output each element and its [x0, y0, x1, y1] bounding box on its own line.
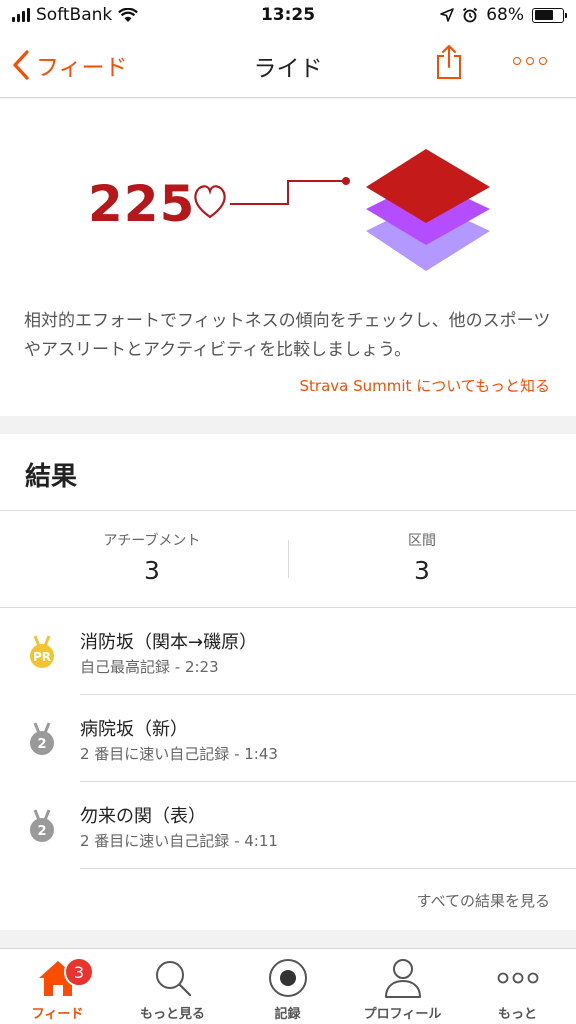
summit-learn-more-link[interactable]: Strava Summit についてもっと知る	[300, 375, 550, 396]
achievements-value: 3	[144, 556, 160, 585]
tab-feed[interactable]: 3 フィード	[0, 955, 115, 1022]
notification-badge: 3	[64, 957, 94, 987]
more-options-icon[interactable]	[513, 57, 547, 65]
segment-detail: 2 番目に速い自己記録 - 4:11	[80, 832, 278, 850]
tab-label: フィード	[31, 1007, 84, 1022]
page-title: ライド	[253, 56, 323, 82]
search-icon	[155, 961, 191, 997]
segments-label: 区間	[408, 533, 436, 549]
segment-name: 病院坂（新）	[80, 719, 188, 740]
segment-name: 勿来の関（表）	[80, 806, 206, 827]
see-all-results-link[interactable]: すべての結果を見る	[417, 890, 550, 911]
results-title: 結果	[25, 462, 78, 492]
results-card: 結果 アチーブメント 3 区間 3 PR 消防坂（関本→磯原） 自己最高記録 -…	[0, 434, 576, 930]
record-icon	[268, 959, 307, 997]
tab-label: もっと見る	[139, 1007, 205, 1022]
tab-profile[interactable]: プロフィール	[345, 955, 460, 1022]
nav-bar: フィード ライド	[0, 32, 576, 98]
svg-text:2: 2	[37, 737, 46, 752]
svg-text:PR: PR	[33, 650, 51, 664]
segment-row[interactable]: 2 病院坂（新） 2 番目に速い自己記録 - 1:43	[0, 695, 576, 781]
pr-medal-icon: PR	[30, 635, 54, 668]
second-place-medal-icon: 2	[30, 722, 54, 755]
summit-promo-card: 225 相対的エフォートでフィットネスの傾向をチェックし、他のスポーツやアスリー…	[0, 99, 576, 416]
tab-more[interactable]: もっと	[460, 955, 575, 1022]
segment-row[interactable]: 2 勿来の関（表） 2 番目に速い自己記録 - 4:11	[0, 782, 576, 868]
profile-icon	[384, 959, 421, 998]
second-place-medal-icon: 2	[30, 809, 54, 842]
segment-detail: 自己最高記録 - 2:23	[80, 658, 219, 676]
share-icon[interactable]	[436, 44, 462, 80]
battery-icon	[532, 7, 567, 23]
tab-record[interactable]: 記録	[230, 955, 345, 1022]
stat-separator	[288, 540, 289, 578]
divider	[0, 510, 576, 511]
svg-text:2: 2	[37, 824, 46, 839]
status-bar: SoftBank 13:25 68%	[0, 0, 576, 32]
segments-stat[interactable]: 区間 3	[322, 530, 522, 585]
segments-value: 3	[414, 556, 430, 585]
tab-label: プロフィール	[363, 1007, 442, 1022]
segment-row[interactable]: PR 消防坂（関本→磯原） 自己最高記録 - 2:23	[0, 608, 576, 694]
achievements-stat[interactable]: アチーブメント 3	[52, 530, 252, 585]
tab-explore[interactable]: もっと見る	[115, 955, 230, 1022]
battery-percent: 68%	[486, 5, 524, 25]
tab-label: 記録	[274, 1007, 301, 1022]
more-icon	[497, 972, 538, 984]
achievements-label: アチーブメント	[103, 533, 201, 549]
tab-label: もっと	[497, 1007, 537, 1022]
divider	[80, 868, 576, 869]
summit-description: 相対的エフォートでフィットネスの傾向をチェックし、他のスポーツやアスリートとアク…	[24, 311, 551, 360]
alarm-icon	[463, 7, 478, 23]
status-right: 68%	[440, 5, 567, 25]
summit-illustration	[194, 149, 490, 271]
location-arrow-icon	[440, 8, 455, 22]
relative-effort-number: 225	[88, 175, 196, 233]
segment-detail: 2 番目に速い自己記録 - 1:43	[80, 745, 278, 763]
tab-bar: 3 フィード もっと見る 記録 プロフィール もっと	[0, 948, 576, 1024]
segment-name: 消防坂（関本→磯原）	[80, 632, 258, 653]
heart-icon	[194, 185, 226, 219]
